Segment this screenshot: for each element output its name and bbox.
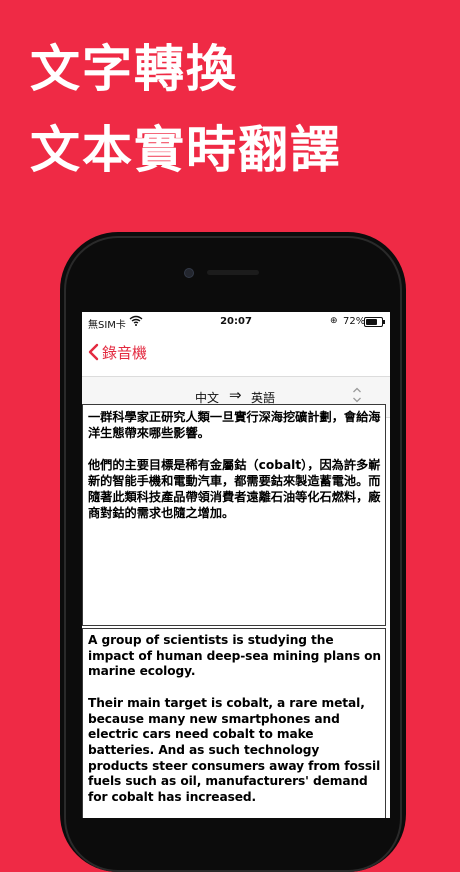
phone-screen: 無SIM卡 20:07 ⊕ 72% 錄音機 中文 ⇒ 英語 一群科學家正研究人類…: [82, 312, 390, 818]
translation-paragraph-1: A group of scientists is studying the im…: [88, 633, 381, 679]
chevron-left-icon: [88, 343, 99, 361]
translation-paragraph-2: Their main target is cobalt, a rare meta…: [88, 695, 381, 805]
battery-icon: [364, 317, 385, 327]
translation-text-area[interactable]: A group of scientists is studying the im…: [82, 628, 386, 818]
front-camera: [184, 268, 194, 278]
orientation-lock-icon: ⊕: [330, 316, 338, 326]
promo-title-line-1: 文字轉換: [30, 40, 238, 98]
source-paragraph-2: 他們的主要目標是稀有金屬鈷（cobalt），因為許多嶄新的智能手機和電動汽車，都…: [88, 458, 381, 520]
source-text: 一群科學家正研究人類一旦實行深海挖礦計劃，會給海洋生態帶來哪些影響。 他們的主要…: [88, 409, 381, 537]
earpiece-speaker: [207, 270, 259, 275]
double-arrow-right-icon: ⇒: [229, 386, 242, 404]
navigation-bar: 錄音機: [82, 332, 390, 376]
source-text-area[interactable]: 一群科學家正研究人類一旦實行深海挖礦計劃，會給海洋生態帶來哪些影響。 他們的主要…: [82, 404, 386, 626]
status-bar: 無SIM卡 20:07 ⊕ 72%: [82, 312, 390, 332]
promo-title-line-2: 文本實時翻譯: [30, 121, 342, 179]
battery-fill: [366, 319, 377, 325]
back-button-label: 錄音機: [102, 343, 148, 362]
translated-text: A group of scientists is studying the im…: [88, 633, 381, 818]
back-button[interactable]: 錄音機: [88, 340, 147, 364]
source-paragraph-1: 一群科學家正研究人類一旦實行深海挖礦計劃，會給海洋生態帶來哪些影響。: [88, 410, 381, 440]
battery-percent: 72%: [343, 316, 366, 327]
